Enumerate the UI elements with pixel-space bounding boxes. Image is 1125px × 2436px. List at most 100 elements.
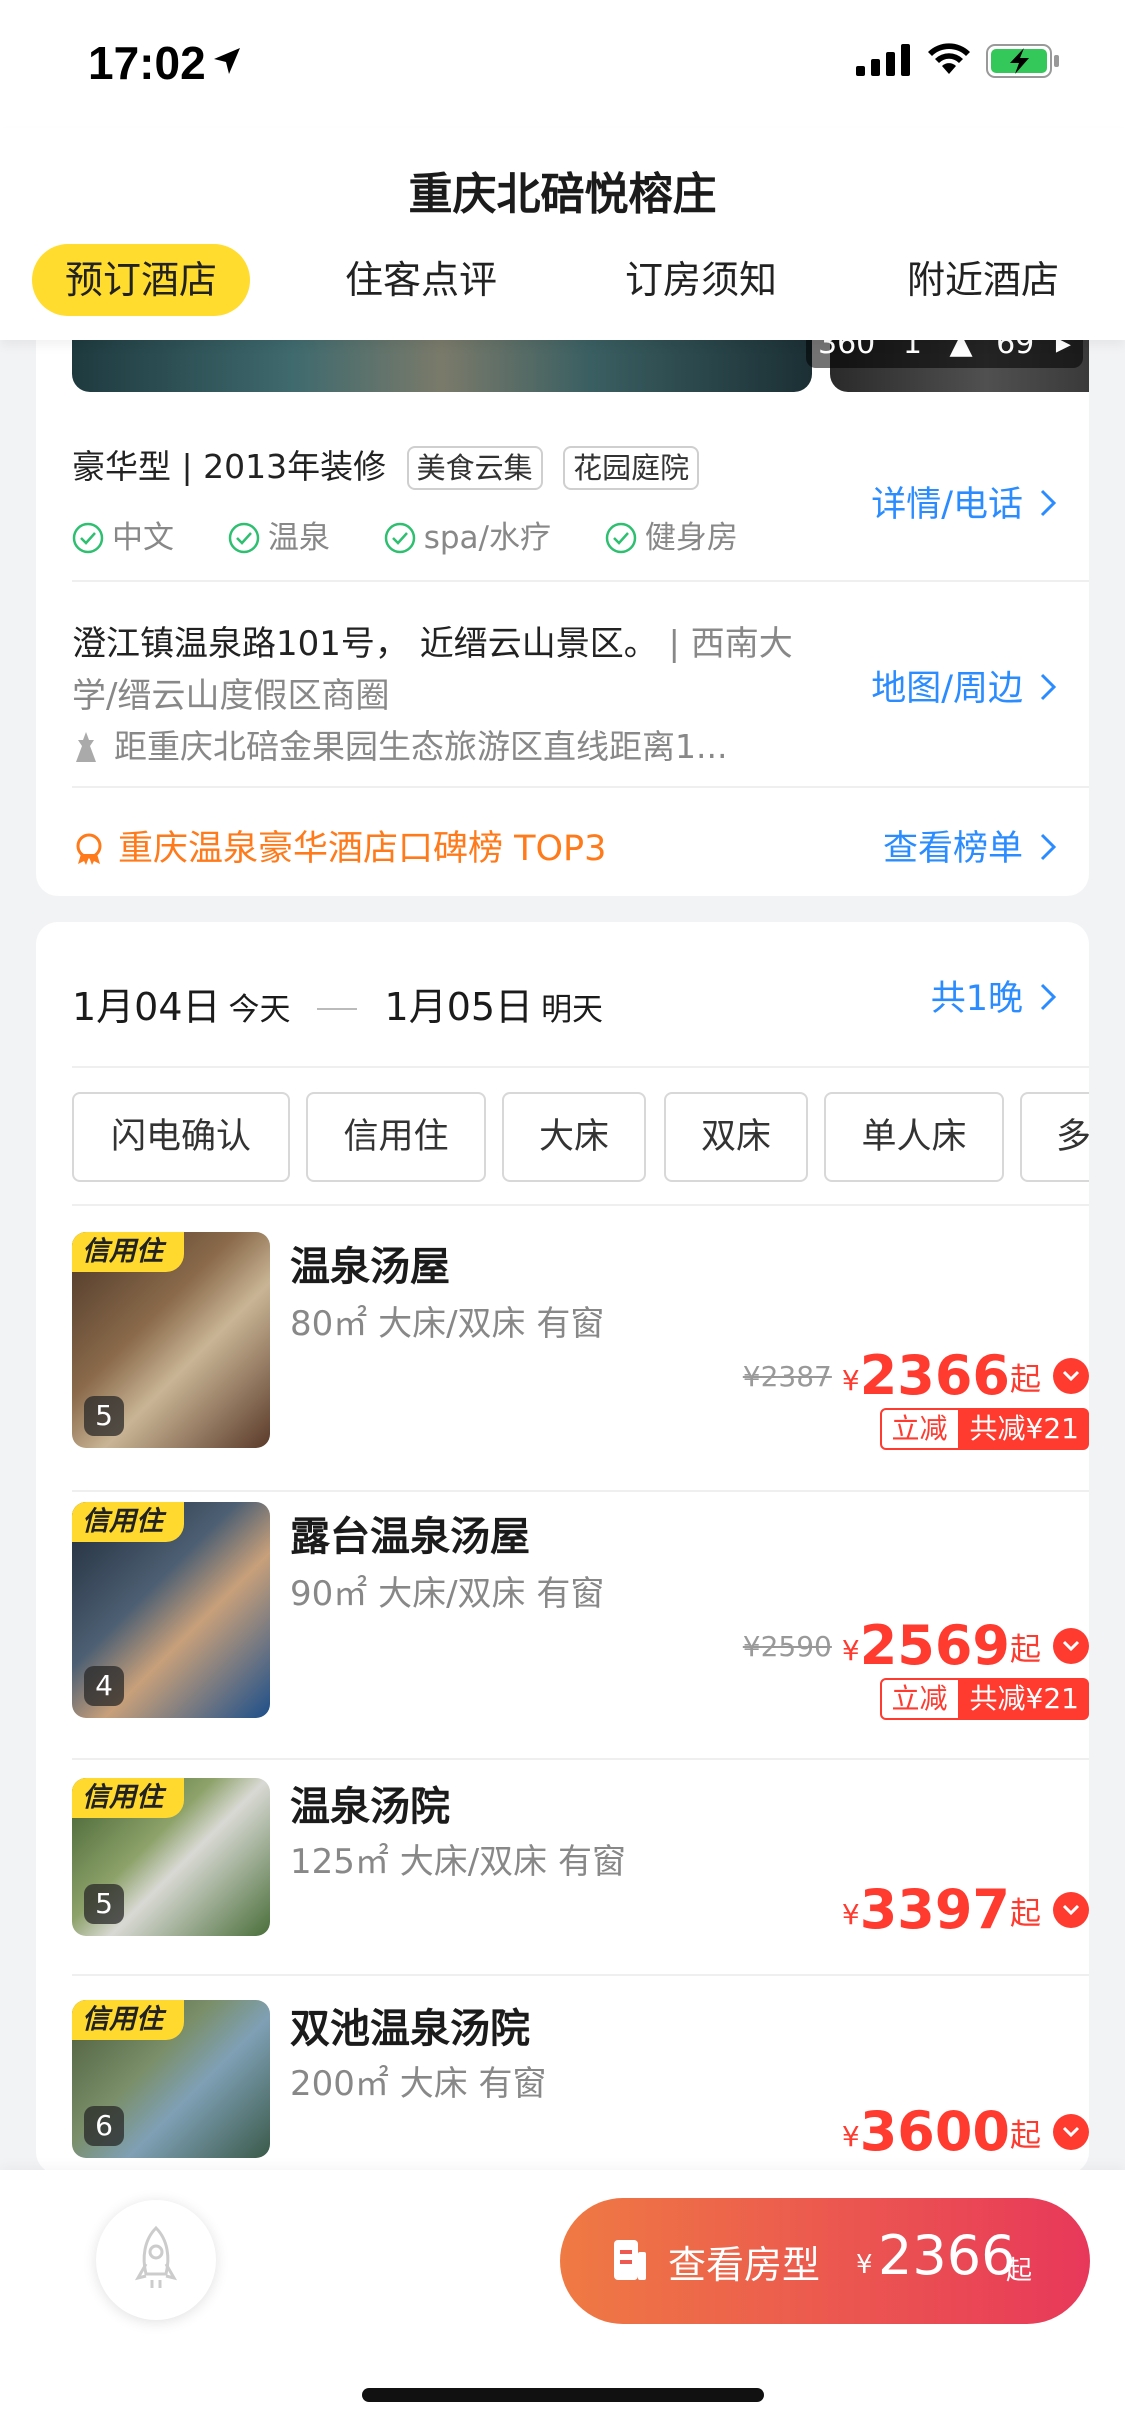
price-value: 2366 <box>859 1344 1010 1407</box>
room-description: 200㎡ 大床 有窗 <box>290 2064 547 2104</box>
room-description: 125㎡ 大床/双床 有窗 <box>290 1842 626 1882</box>
divider <box>72 1066 1089 1068</box>
check-circle-icon <box>228 522 260 554</box>
amenity-item: 中文 <box>72 512 174 557</box>
tab-nearby-hotels[interactable]: 附近酒店 <box>878 244 1088 316</box>
room-name: 温泉汤院 <box>290 1784 450 1830</box>
type-label: 豪华型 | 2013年装修 <box>72 447 387 486</box>
photo-count: 5 <box>84 1396 124 1436</box>
ranking-line[interactable]: 重庆温泉豪华酒店口碑榜 TOP3 <box>72 820 606 871</box>
checkout-day: 明天 <box>541 992 604 1028</box>
hotel-type-line: 豪华型 | 2013年装修 美食云集 花园庭院 <box>72 440 700 490</box>
tab-booking-notes[interactable]: 订房须知 <box>596 244 806 316</box>
rocket-icon <box>134 2225 178 2288</box>
room-item[interactable]: 信用住 4 露台温泉汤屋 90㎡ 大床/双床 有窗 ¥2590 ¥2569起 立减… <box>72 1502 1089 1760</box>
date-selector[interactable]: 1月04日 今天 1月05日 明天 <box>72 976 603 1031</box>
room-price: ¥3600起 <box>842 2100 1089 2163</box>
view-ranking-link[interactable]: 查看榜单 <box>883 820 1057 871</box>
room-price: ¥3397起 <box>842 1878 1089 1941</box>
cta-currency: ¥ <box>856 2250 873 2280</box>
checkin-day: 今天 <box>228 992 291 1028</box>
room-item[interactable]: 信用住 5 温泉汤屋 80㎡ 大床/双床 有窗 ¥2387 ¥2366起 立减 共减… <box>72 1232 1089 1492</box>
amenities-list: 中文 温泉 spa/水疗 健身房 <box>72 512 782 557</box>
price-from: 起 <box>1010 1896 1041 1932</box>
discount-amount: 共减¥21 <box>959 1408 1089 1450</box>
page-title: 重庆北碚悦榕庄 <box>408 169 717 220</box>
amenity-item: spa/水疗 <box>384 512 551 557</box>
photo-count: 5 <box>84 1884 124 1924</box>
date-separator <box>316 1008 357 1010</box>
original-price: ¥2590 <box>742 1630 832 1663</box>
room-description: 90㎡ 大床/双床 有窗 <box>290 1574 605 1614</box>
room-item[interactable]: 信用住 6 双池温泉汤院 200㎡ 大床 有窗 ¥3600起 <box>72 2000 1089 2170</box>
check-circle-icon <box>605 522 637 554</box>
price-value: 3397 <box>859 1878 1010 1941</box>
chevron-down-icon[interactable] <box>1053 2114 1089 2150</box>
filter-more[interactable]: 多 <box>1020 1092 1089 1182</box>
battery-charging-icon <box>986 44 1059 78</box>
bottom-bar: 查看房型 ¥ 2366 起 <box>0 2170 1125 2436</box>
chevron-down-icon[interactable] <box>1053 1628 1089 1664</box>
header: 重庆北碚悦榕庄 预订酒店 住客点评 订房须知 附近酒店 <box>0 128 1125 340</box>
filter-twin-bed[interactable]: 双床 <box>664 1092 808 1182</box>
map-nearby-link[interactable]: 地图/周边 <box>871 660 1057 711</box>
cta-price-from: 起 <box>1006 2256 1033 2286</box>
checkin-date: 1月04日 <box>72 985 221 1029</box>
detail-phone-link[interactable]: 详情/电话 <box>871 476 1057 527</box>
room-photo[interactable]: 信用住 6 <box>72 2000 270 2158</box>
filter-king-bed[interactable]: 大床 <box>502 1092 646 1182</box>
checkout-date: 1月05日 <box>384 985 534 1029</box>
divider <box>72 1204 1089 1206</box>
divider <box>72 580 1089 582</box>
chevron-down-icon[interactable] <box>1053 1892 1089 1928</box>
tab-guest-reviews[interactable]: 住客点评 <box>316 244 526 316</box>
chevron-right-icon <box>1040 833 1057 861</box>
tab-bar: 预订酒店 住客点评 订房须知 附近酒店 <box>0 244 1125 320</box>
discount-label: 立减 <box>879 1678 960 1720</box>
tab-book-hotel[interactable]: 预订酒店 <box>32 244 250 316</box>
filter-single-bed[interactable]: 单人床 <box>824 1092 1004 1182</box>
cta-price: 2366 <box>878 2224 1016 2287</box>
filter-credit-stay[interactable]: 信用住 <box>306 1092 486 1182</box>
divider <box>72 1974 1089 1976</box>
room-photo[interactable]: 信用住 5 <box>72 1232 270 1448</box>
room-photo[interactable]: 信用住 5 <box>72 1778 270 1936</box>
discount-label: 立减 <box>879 1408 960 1450</box>
price-from: 起 <box>1010 2118 1041 2154</box>
cta-label: 查看房型 <box>668 2243 821 2287</box>
currency: ¥ <box>841 2120 860 2153</box>
wifi-icon <box>928 43 970 74</box>
view-room-types-button[interactable]: 查看房型 ¥ 2366 起 <box>560 2198 1090 2324</box>
home-indicator <box>362 2388 764 2402</box>
rooms-card: 1月04日 今天 1月05日 明天 共1晚 闪电确认 信用住 大床 双床 单人床 多 … <box>36 922 1089 2174</box>
divider <box>72 786 1089 788</box>
hotel-address: 澄江镇温泉路101号， 近缙云山景区。 | 西南大学/缙云山度假区商圈 <box>72 624 793 716</box>
landmark-icon <box>76 732 96 762</box>
price-value: 2569 <box>859 1614 1010 1677</box>
currency: ¥ <box>841 1898 860 1931</box>
nights-link[interactable]: 共1晚 <box>931 970 1057 1021</box>
hotel-tag: 美食云集 <box>406 446 543 490</box>
original-price: ¥2387 <box>742 1360 832 1393</box>
chevron-down-icon[interactable] <box>1053 1358 1089 1394</box>
divider <box>72 1490 1089 1492</box>
room-item[interactable]: 信用住 5 温泉汤院 125㎡ 大床/双床 有窗 ¥3397起 <box>72 1778 1089 1976</box>
credit-stay-badge: 信用住 <box>72 2000 184 2040</box>
hotel-info-card: 360 1 ▲ 69 ▸ 豪华型 | 2013年装修 美食云集 花园庭院 中文 … <box>36 300 1089 896</box>
room-photo[interactable]: 信用住 4 <box>72 1502 270 1718</box>
filter-chips: 闪电确认 信用住 大床 双床 单人床 多 <box>72 1092 1089 1184</box>
discount-tag: 立减 共减¥21 <box>879 1678 1089 1720</box>
room-name: 温泉汤屋 <box>290 1244 450 1290</box>
filter-instant-confirm[interactable]: 闪电确认 <box>72 1092 290 1182</box>
cellular-signal-icon <box>856 44 910 76</box>
credit-stay-badge: 信用住 <box>72 1502 184 1542</box>
photo-count: 6 <box>84 2106 124 2146</box>
discount-amount: 共减¥21 <box>959 1678 1089 1720</box>
amenity-item: 温泉 <box>228 512 330 557</box>
currency: ¥ <box>841 1634 860 1667</box>
back-to-top-button[interactable] <box>96 2200 216 2320</box>
price-value: 3600 <box>859 2100 1010 2163</box>
room-price: ¥2387 ¥2366起 <box>743 1344 1089 1407</box>
price-from: 起 <box>1010 1362 1041 1398</box>
check-circle-icon <box>72 522 104 554</box>
